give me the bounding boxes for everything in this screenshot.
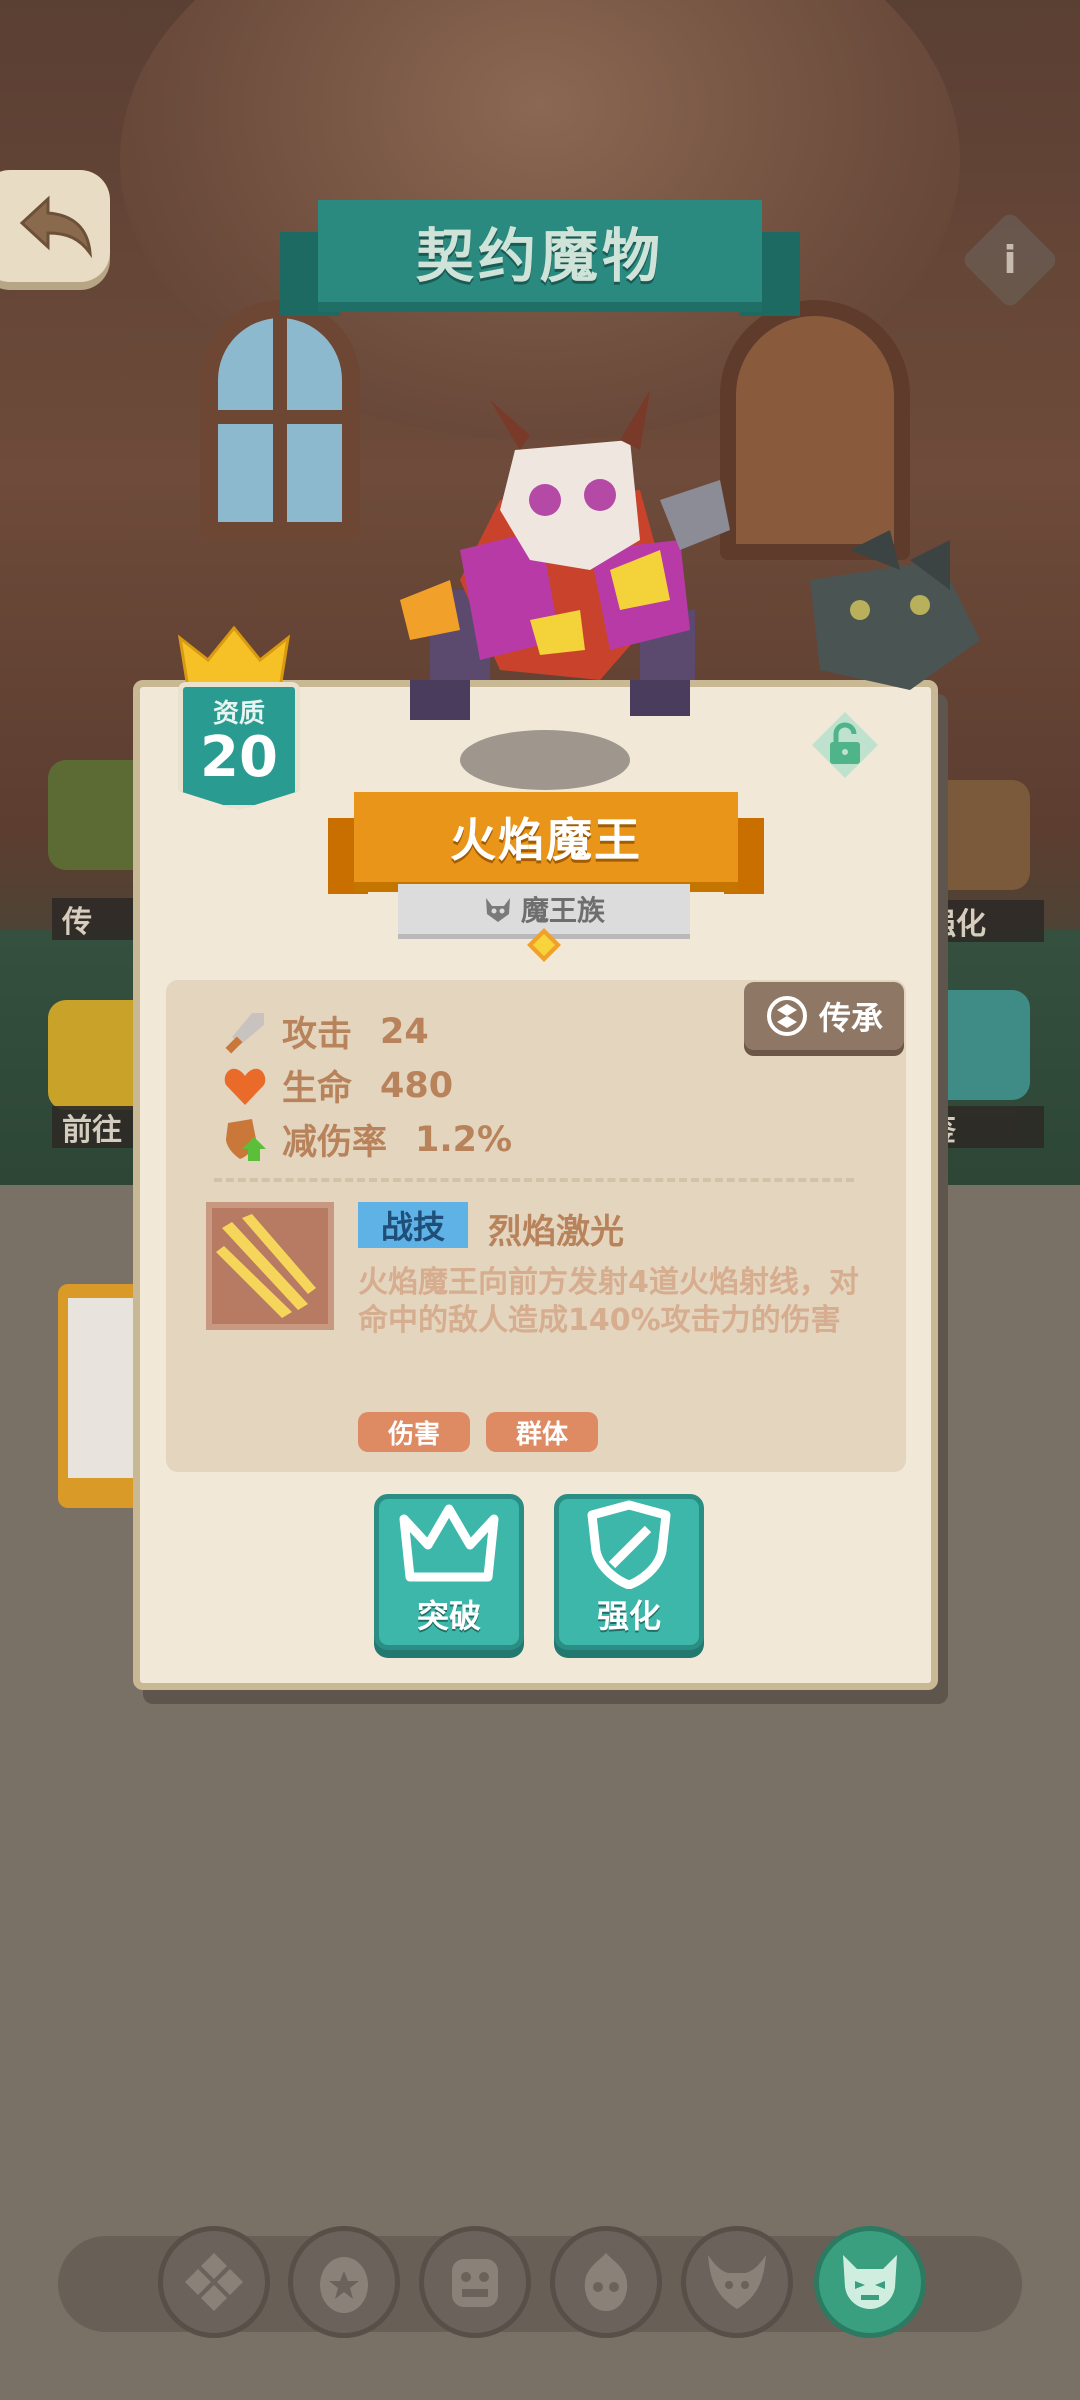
shield-up-icon [226,1118,266,1161]
stat-damage-reduction: 减伤率 1.2% [222,1114,512,1165]
unlock-icon[interactable] [810,710,880,780]
breakthrough-button[interactable]: 突破 [374,1494,524,1650]
grade-badge: 资质 20 [172,626,300,816]
monster-illustration [400,390,730,720]
shield-sword-icon [587,1500,671,1589]
skill-chip-damage: 伤害 [358,1412,470,1452]
inherit-icon [766,996,807,1036]
back-arrow-icon [19,195,92,259]
stat-attack: 攻击 24 [222,1006,429,1057]
demon-face-icon [843,2255,897,2309]
flame-skull-icon [584,2253,628,2311]
monster-name: 火焰魔王 [450,813,642,867]
skill-chip-group: 群体 [486,1412,598,1452]
race-label: 魔王族 [520,894,605,927]
ogre-face-icon [452,2259,498,2307]
stats-box: 攻击 24 生命 480 减伤率 1.2% 传承 战技 烈焰激光 火焰魔王向前方… [166,980,906,1472]
info-button[interactable]: i [960,210,1060,310]
back-button[interactable] [0,170,110,282]
nav-button-2[interactable] [288,2226,400,2338]
gem-icon [527,928,561,962]
stat-hp: 生命 480 [222,1060,453,1111]
flame-laser-icon [216,1214,316,1318]
monster-name-banner: 火焰魔王 [328,792,764,898]
sword-icon [225,1012,264,1053]
inherit-button[interactable]: 传承 [744,982,904,1050]
nav-button-3[interactable] [419,2226,531,2338]
divider [214,1178,854,1182]
title-banner: 契约魔物 [280,200,800,316]
skill-description: 火焰魔王向前方发射4道火焰射线，对命中的敌人造成140%攻击力的伤害 [358,1265,859,1338]
nav-button-1[interactable] [158,2226,270,2338]
monster-card-peek[interactable] [58,1284,138,1508]
nav-button-4[interactable] [550,2226,662,2338]
crown-outline-icon [399,1504,499,1582]
skill-image[interactable] [206,1202,334,1330]
info-icon: i [1003,238,1017,282]
horned-mask-icon [708,2255,766,2309]
grade-value: 20 [200,725,278,790]
clover-icon [185,2253,243,2311]
egg-star-icon [320,2257,368,2313]
skill-name: 烈焰激光 [488,1212,624,1252]
nav-button-5[interactable] [681,2226,793,2338]
nav-button-6-active[interactable] [814,2226,926,2338]
demon-race-icon [485,898,510,922]
skill-type-tag: 战技 [358,1202,468,1248]
enhance-button[interactable]: 强化 [554,1494,704,1650]
room-window [200,300,360,540]
background-creature [810,530,980,690]
page-title: 契约魔物 [415,222,664,290]
heart-icon [224,1068,266,1105]
crown-icon [177,626,291,690]
